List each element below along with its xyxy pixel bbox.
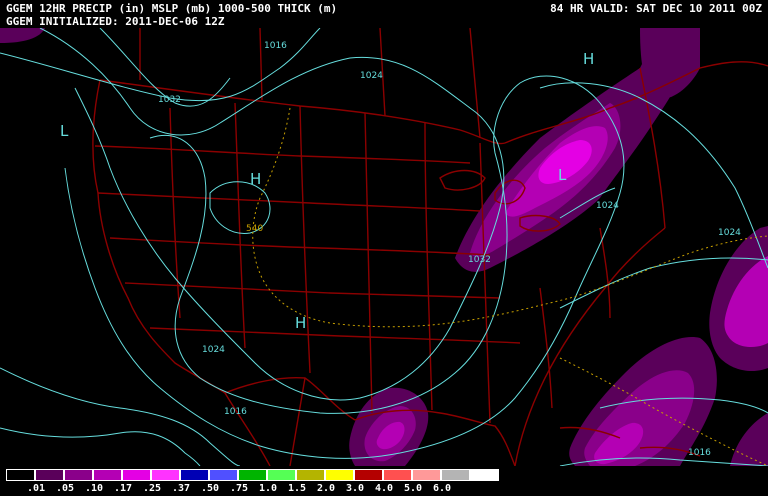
legend-tick-label: 5.0 [404, 483, 423, 494]
legend-tick-label: .50 [201, 483, 220, 494]
isobar-label: 1024 [202, 345, 225, 355]
legend-tick-label: .17 [114, 483, 133, 494]
init-time: GGEM INITIALIZED: 2011-DEC-06 12Z [6, 15, 225, 28]
legend-tick-label: 3.0 [346, 483, 365, 494]
isobar-label: 1024 [718, 228, 741, 238]
valid-time: 84 HR VALID: SAT DEC 10 2011 00Z [550, 2, 762, 15]
legend-swatch [296, 469, 325, 481]
legend-swatch [122, 469, 151, 481]
legend-swatch [383, 469, 412, 481]
legend-swatch [93, 469, 122, 481]
pressure-center-high: H [295, 314, 306, 332]
pressure-center-low: L [558, 166, 567, 184]
pressure-center-low: L [60, 122, 69, 140]
thickness-label: 540 [246, 224, 263, 234]
legend-swatch [441, 469, 470, 481]
legend-swatch [35, 469, 64, 481]
legend-swatch [180, 469, 209, 481]
legend-swatch [151, 469, 180, 481]
legend-swatch [325, 469, 354, 481]
precip-legend: .01 .05 .10 .17 .25 .37 .50 .75 1.0 1.5 2.0 3.0 4.0 5… [0, 466, 768, 496]
legend-tick-label: 4.0 [375, 483, 394, 494]
isobar-label: 1024 [596, 201, 619, 211]
legend-swatch [354, 469, 383, 481]
isobar-label: 1024 [360, 71, 383, 81]
isobar-label: 1016 [264, 41, 287, 51]
legend-swatch [209, 469, 238, 481]
map-header: GGEM 12HR PRECIP (in) MSLP (mb) 1000-500… [0, 0, 768, 28]
pressure-center-high: H [583, 50, 594, 68]
forecast-map: L H H H L 1016 1024 1032 1024 1032 1024 … [0, 28, 768, 466]
legend-tick-label: 6.0 [433, 483, 452, 494]
legend-swatch [6, 469, 35, 481]
legend-swatch [470, 469, 499, 481]
legend-tick-label: 1.5 [288, 483, 307, 494]
isobar-label: 1032 [468, 255, 491, 265]
legend-swatch [267, 469, 296, 481]
isobar-label: 1032 [158, 95, 181, 105]
legend-tick-label: .10 [85, 483, 104, 494]
legend-swatch [412, 469, 441, 481]
legend-tick-label: .01 [27, 483, 46, 494]
product-title: GGEM 12HR PRECIP (in) MSLP (mb) 1000-500… [6, 2, 338, 15]
legend-tick-label: .75 [230, 483, 249, 494]
legend-tick-label: 1.0 [259, 483, 278, 494]
legend-tick-label: .25 [143, 483, 162, 494]
isobar-label: 1016 [224, 407, 247, 417]
isobar-label: 1016 [688, 448, 711, 458]
pressure-center-high: H [250, 170, 261, 188]
legend-tick-label: .05 [56, 483, 75, 494]
legend-tick-label: 2.0 [317, 483, 336, 494]
legend-tick-label: .37 [172, 483, 191, 494]
legend-swatch [64, 469, 93, 481]
legend-swatch [238, 469, 267, 481]
